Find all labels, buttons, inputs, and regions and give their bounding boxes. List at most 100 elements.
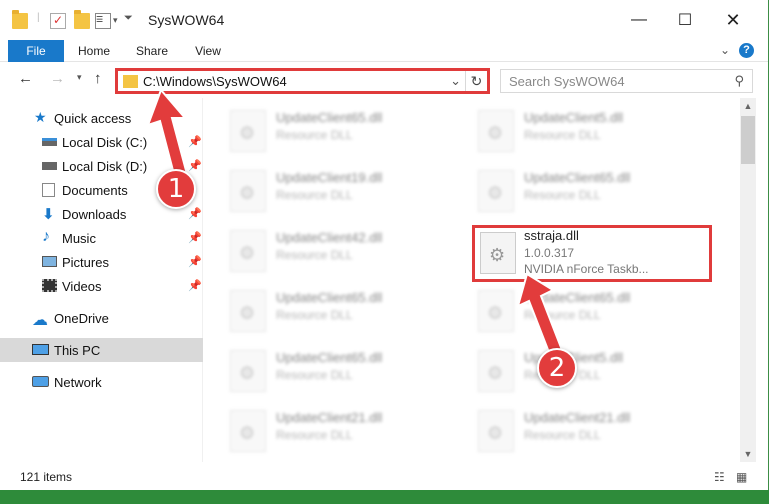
- address-bar[interactable]: C:\Windows\SysWOW64 ⌄ ↻: [115, 68, 490, 94]
- address-folder-icon: [123, 75, 138, 88]
- dll-file-icon: [230, 350, 266, 392]
- folder-icon: [12, 10, 28, 29]
- item-count: 121 items: [20, 470, 73, 484]
- file-name: UpdateClient5.dll: [524, 110, 624, 125]
- address-dropdown-icon[interactable]: ⌄: [450, 73, 461, 89]
- pictures-icon: [42, 256, 57, 267]
- dll-file-icon: [230, 170, 266, 212]
- sidebar-item-onedrive[interactable]: ☁ OneDrive: [0, 306, 203, 330]
- file-type: Resource DLL: [276, 248, 353, 262]
- sidebar-item-label: Quick access: [54, 111, 132, 126]
- file-item[interactable]: UpdateClient65.dll Resource DLL: [204, 342, 434, 400]
- pin-icon: 📌: [188, 256, 202, 268]
- details-view-icon[interactable]: ☷: [714, 470, 725, 484]
- dll-file-icon: [230, 290, 266, 332]
- file-name: UpdateClient65.dll: [276, 350, 383, 365]
- view-options-icon[interactable]: ☰: [95, 13, 111, 29]
- file-name: UpdateClient65.dll: [276, 290, 383, 305]
- file-type: Resource DLL: [276, 368, 353, 382]
- file-item[interactable]: UpdateClient42.dll Resource DLL: [204, 222, 434, 280]
- pin-icon: 📌: [188, 280, 202, 292]
- sidebar-item-label: OneDrive: [54, 311, 109, 326]
- recent-locations-icon[interactable]: ▾: [77, 72, 82, 83]
- dll-file-icon: [230, 110, 266, 152]
- pin-icon: 📌: [188, 208, 202, 220]
- maximize-button[interactable]: ☐: [662, 0, 708, 40]
- new-folder-icon[interactable]: [74, 10, 90, 29]
- scroll-down-icon[interactable]: ▼: [740, 446, 756, 462]
- window-title: SysWOW64: [148, 12, 225, 28]
- file-item[interactable]: UpdateClient21.dll Resource DLL: [204, 402, 434, 460]
- large-icons-view-icon[interactable]: ▦: [736, 470, 747, 484]
- file-item[interactable]: UpdateClient65.dll Resource DLL: [204, 102, 434, 160]
- featured-file-highlight: [472, 225, 712, 282]
- file-name: UpdateClient65.dll: [276, 110, 383, 125]
- forward-icon[interactable]: →: [50, 70, 65, 87]
- up-icon[interactable]: ↑: [94, 70, 102, 87]
- properties-icon[interactable]: ✓: [50, 13, 66, 29]
- file-item[interactable]: UpdateClient21.dll Resource DLL: [452, 402, 682, 460]
- sidebar-item-network[interactable]: Network: [0, 370, 203, 394]
- sidebar-item-quick-access[interactable]: ★ Quick access: [0, 106, 203, 130]
- search-input[interactable]: Search SysWOW64 ⚲: [500, 69, 753, 93]
- search-icon: ⚲: [734, 73, 744, 88]
- sidebar-item-label: Music: [62, 231, 96, 246]
- vertical-scrollbar[interactable]: ▲ ▼: [740, 98, 756, 462]
- expand-ribbon-icon[interactable]: ⌄: [720, 43, 730, 57]
- customize-toolbar-icon[interactable]: ⏷: [124, 12, 140, 28]
- tab-file[interactable]: File: [8, 40, 64, 62]
- computer-icon: [32, 344, 49, 355]
- file-type: Resource DLL: [524, 128, 601, 142]
- dll-file-icon: [478, 350, 514, 392]
- file-type: Resource DLL: [276, 308, 353, 322]
- videos-icon: [42, 279, 57, 292]
- file-name: UpdateClient21.dll: [276, 410, 383, 425]
- tab-view[interactable]: View: [186, 40, 230, 62]
- file-item[interactable]: UpdateClient5.dll Resource DLL: [452, 102, 682, 160]
- scroll-up-icon[interactable]: ▲: [740, 98, 756, 114]
- sidebar-item-label: Documents: [62, 183, 128, 198]
- sidebar-item-local-disk-c[interactable]: Local Disk (C:) 📌: [0, 130, 203, 154]
- scroll-thumb[interactable]: [741, 116, 755, 164]
- dll-file-icon: [478, 410, 514, 452]
- minimize-button[interactable]: —: [616, 0, 662, 40]
- sidebar-item-label: Network: [54, 375, 102, 390]
- back-icon[interactable]: ←: [18, 70, 33, 87]
- title-bar: | ✓ ☰ ▾ ⏷ SysWOW64 — ☐ ✕: [0, 0, 768, 40]
- search-placeholder: Search SysWOW64: [509, 74, 625, 89]
- file-type: Resource DLL: [276, 428, 353, 442]
- file-name: UpdateClient65.dll: [524, 290, 631, 305]
- sidebar-item-pictures[interactable]: Pictures 📌: [0, 250, 203, 274]
- tab-home[interactable]: Home: [72, 40, 116, 62]
- music-icon: ♪: [42, 228, 50, 245]
- cloud-icon: ☁: [32, 312, 48, 329]
- refresh-icon[interactable]: ↻: [465, 71, 487, 91]
- pin-icon: 📌: [188, 232, 202, 244]
- file-name: UpdateClient19.dll: [276, 170, 383, 185]
- file-type: Resource DLL: [524, 428, 601, 442]
- file-type: Resource DLL: [276, 188, 353, 202]
- sidebar-item-label: This PC: [54, 343, 101, 358]
- dll-file-icon: [478, 290, 514, 332]
- address-path[interactable]: C:\Windows\SysWOW64: [143, 74, 287, 89]
- document-icon: [42, 183, 55, 197]
- drive-icon: [42, 162, 57, 170]
- file-item[interactable]: UpdateClient65.dll Resource DLL: [452, 282, 682, 340]
- navigation-pane: ★ Quick access Local Disk (C:) 📌 Local D…: [0, 98, 203, 462]
- file-name: UpdateClient65.dll: [524, 170, 631, 185]
- tab-share[interactable]: Share: [130, 40, 174, 62]
- sidebar-item-this-pc[interactable]: This PC: [0, 338, 203, 362]
- file-item[interactable]: UpdateClient19.dll Resource DLL: [204, 162, 434, 220]
- sidebar-item-videos[interactable]: Videos 📌: [0, 274, 203, 298]
- pin-icon: 📌: [188, 160, 202, 172]
- file-type: Resource DLL: [524, 308, 601, 322]
- close-button[interactable]: ✕: [710, 0, 756, 40]
- dll-file-icon: [230, 230, 266, 272]
- file-item[interactable]: UpdateClient65.dll Resource DLL: [204, 282, 434, 340]
- network-icon: [32, 376, 49, 387]
- file-name: UpdateClient21.dll: [524, 410, 631, 425]
- file-item[interactable]: UpdateClient65.dll Resource DLL: [452, 162, 682, 220]
- step-badge-1: 1: [156, 169, 196, 209]
- sidebar-item-music[interactable]: ♪ Music 📌: [0, 226, 203, 250]
- help-icon[interactable]: ?: [739, 43, 754, 58]
